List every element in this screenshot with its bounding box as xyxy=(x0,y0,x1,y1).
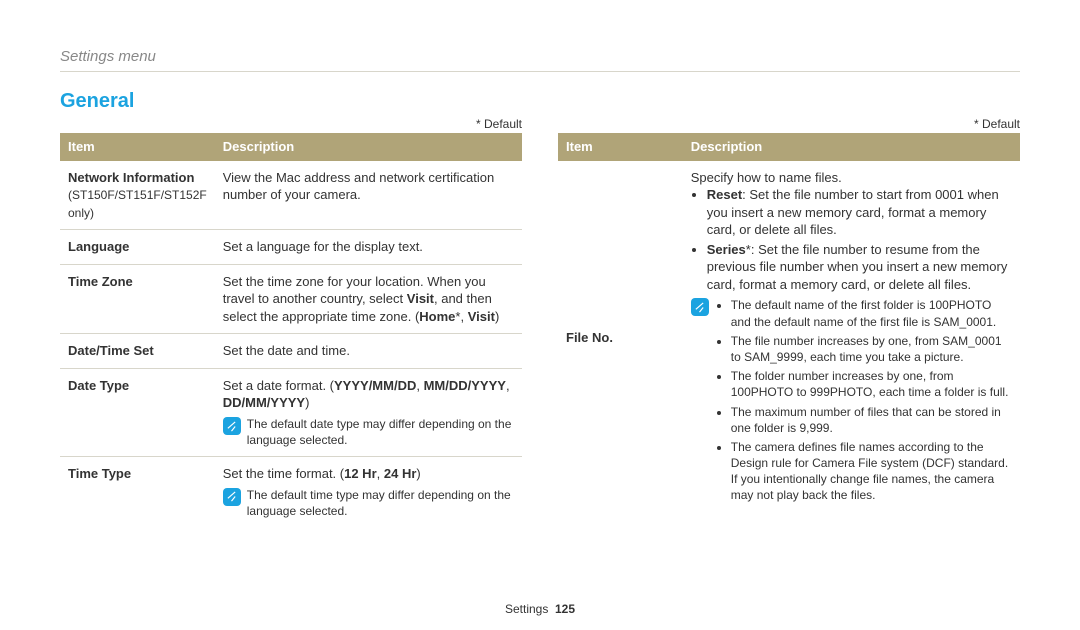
right-column: * Default Item Description File No. Spec… xyxy=(558,117,1020,527)
item-label: Time Type xyxy=(60,457,215,527)
list-item: The maximum number of files that can be … xyxy=(731,404,1012,436)
section-title: General xyxy=(60,90,1020,113)
footer-page-number: 125 xyxy=(555,602,575,616)
table-row: Date TypeSet a date format. (YYYY/MM/DD,… xyxy=(60,368,522,456)
table-row: Time TypeSet the time format. (12 Hr, 24… xyxy=(60,457,522,527)
default-note-left: * Default xyxy=(60,117,522,131)
default-note-right: * Default xyxy=(558,117,1020,131)
item-description: View the Mac address and network certifi… xyxy=(215,161,522,230)
item-label: Time Zone xyxy=(60,264,215,334)
footer-label: Settings xyxy=(505,602,548,616)
item-description: Set the time zone for your location. Whe… xyxy=(215,264,522,334)
col-header-item: Item xyxy=(558,133,683,161)
col-header-item: Item xyxy=(60,133,215,161)
item-description: Set a language for the display text. xyxy=(215,230,522,265)
list-item: The folder number increases by one, from… xyxy=(731,368,1012,400)
two-column-layout: * Default Item Description Network Infor… xyxy=(60,117,1020,527)
divider xyxy=(60,71,1020,72)
intro-text: Specify how to name files. xyxy=(691,169,1012,187)
table-row: Date/Time SetSet the date and time. xyxy=(60,334,522,369)
item-label: File No. xyxy=(558,161,683,515)
note-list: The default name of the first folder is … xyxy=(731,297,1012,503)
list-item: Series*: Set the file number to resume f… xyxy=(707,241,1012,294)
note-icon xyxy=(223,417,241,435)
item-label: Network Information(ST150F/ST151F/ST152F… xyxy=(60,161,215,230)
item-label: Date Type xyxy=(60,368,215,456)
note-content: The default name of the first folder is … xyxy=(715,297,1012,506)
table-row: Time ZoneSet the time zone for your loca… xyxy=(60,264,522,334)
document-page: Settings menu General * Default Item Des… xyxy=(0,0,1080,630)
item-label: Date/Time Set xyxy=(60,334,215,369)
breadcrumb: Settings menu xyxy=(60,48,1020,65)
note-text: The default time type may differ dependi… xyxy=(247,487,514,519)
options-list: Reset: Set the file number to start from… xyxy=(707,186,1012,293)
note-block: The default time type may differ dependi… xyxy=(223,487,514,519)
item-description: Set the time format. (12 Hr, 24 Hr)The d… xyxy=(215,457,522,527)
note-text: The default date type may differ dependi… xyxy=(247,416,514,448)
item-label: Language xyxy=(60,230,215,265)
col-header-description: Description xyxy=(215,133,522,161)
list-item: The camera defines file names according … xyxy=(731,439,1012,504)
note-icon xyxy=(223,488,241,506)
table-row: LanguageSet a language for the display t… xyxy=(60,230,522,265)
item-description: Set the date and time. xyxy=(215,334,522,369)
item-description: Specify how to name files. Reset: Set th… xyxy=(683,161,1020,515)
list-item: The default name of the first folder is … xyxy=(731,297,1012,329)
item-description: Set a date format. (YYYY/MM/DD, MM/DD/YY… xyxy=(215,368,522,456)
col-header-description: Description xyxy=(683,133,1020,161)
note-block: The default date type may differ dependi… xyxy=(223,416,514,448)
settings-table-left: Item Description Network Information(ST1… xyxy=(60,133,522,527)
page-footer: Settings 125 xyxy=(0,602,1080,616)
list-item: Reset: Set the file number to start from… xyxy=(707,186,1012,239)
settings-table-right: Item Description File No. Specify how to… xyxy=(558,133,1020,515)
table-row: Network Information(ST150F/ST151F/ST152F… xyxy=(60,161,522,230)
note-icon xyxy=(691,298,709,316)
list-item: The file number increases by one, from S… xyxy=(731,333,1012,365)
left-column: * Default Item Description Network Infor… xyxy=(60,117,522,527)
table-row: File No. Specify how to name files. Rese… xyxy=(558,161,1020,515)
note-block: The default name of the first folder is … xyxy=(691,297,1012,506)
